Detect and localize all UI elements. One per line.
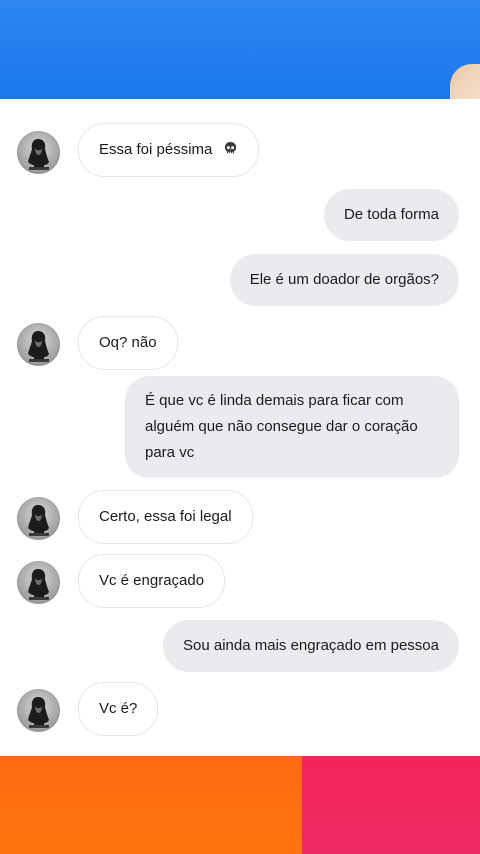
message-bubble-incoming[interactable]: Oq? não (78, 316, 178, 370)
avatar[interactable] (17, 131, 60, 174)
message-text: Oq? não (99, 334, 157, 351)
avatar[interactable] (17, 561, 60, 604)
bottom-left-panel (0, 756, 302, 854)
bottom-background (0, 756, 480, 854)
message-text: É que vc é linda demais para ficar com a… (145, 392, 418, 461)
chat-thread[interactable]: Essa foi péssima De toda forma Ele é um … (0, 99, 480, 756)
skull-emoji-icon (224, 141, 236, 154)
message-text: Ele é um doador de orgãos? (249, 271, 439, 288)
message-bubble-outgoing[interactable]: De toda forma (323, 189, 459, 241)
avatar[interactable] (17, 323, 60, 366)
bottom-right-panel (302, 756, 480, 854)
message-text: Vc é engraçado (99, 572, 205, 589)
message-bubble-incoming[interactable]: Essa foi péssima (78, 123, 259, 177)
message-bubble-outgoing[interactable]: Ele é um doador de orgãos? (229, 254, 459, 306)
message-bubble-incoming[interactable]: Vc é? (78, 682, 159, 736)
message-text: Essa foi péssima (99, 141, 213, 158)
avatar[interactable] (17, 497, 60, 540)
top-background (0, 0, 480, 99)
avatar[interactable] (17, 689, 60, 732)
message-text: Sou ainda mais engraçado em pessoa (183, 637, 439, 654)
message-text: Certo, essa foi legal (99, 508, 232, 525)
message-text: De toda forma (343, 206, 439, 223)
message-bubble-incoming[interactable]: Vc é engraçado (78, 554, 226, 608)
message-bubble-outgoing[interactable]: Sou ainda mais engraçado em pessoa (163, 620, 459, 672)
message-text: Vc é? (99, 700, 138, 717)
message-bubble-incoming[interactable]: Certo, essa foi legal (78, 490, 253, 544)
message-bubble-outgoing[interactable]: É que vc é linda demais para ficar com a… (125, 376, 459, 478)
